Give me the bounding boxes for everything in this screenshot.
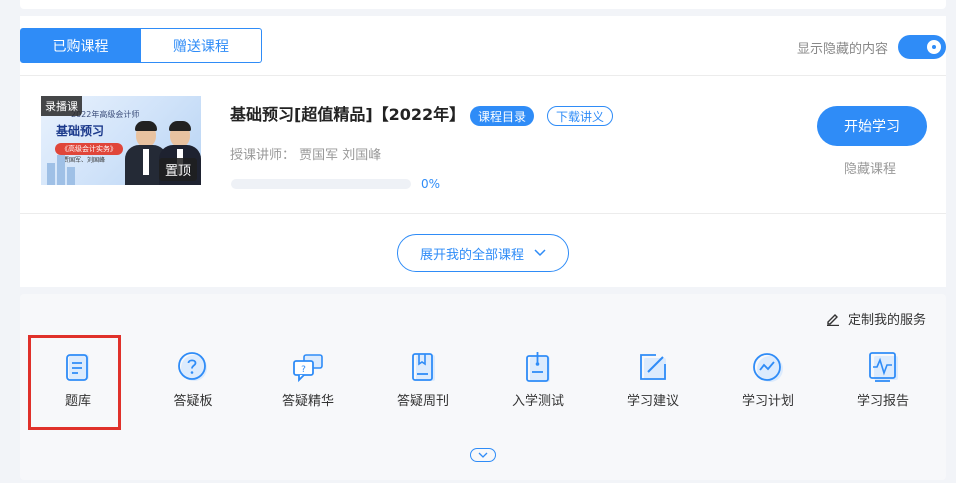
trend-circle-icon: [751, 350, 785, 384]
services-panel: 定制我的服务 题库 答疑板 ? 答疑精华 答疑周刊 入学测试 学习建议 学习计划…: [20, 294, 946, 480]
course-teachers: 授课讲师： 贾国军 刘国峰: [230, 148, 382, 163]
customize-services-label: 定制我的服务: [847, 313, 926, 328]
edit-icon: [826, 312, 840, 326]
service-label: 学习建议: [626, 394, 679, 409]
service-study-report[interactable]: 学习报告: [833, 350, 933, 409]
chevron-down-icon: [478, 452, 488, 458]
course-thumbnail[interactable]: 2022年高级会计师 基础预习 《高级会计实务》 贾国军、刘国峰 录播课 置顶: [41, 96, 201, 185]
thumb-building: [57, 155, 65, 185]
show-hidden-toggle[interactable]: [898, 35, 946, 59]
thumb-teachers: 贾国军、刘国峰: [63, 157, 106, 164]
course-progress-label: 0%: [421, 177, 441, 191]
service-qa-board[interactable]: 答疑板: [143, 350, 243, 409]
download-handout-button[interactable]: 下载讲义: [547, 106, 614, 126]
service-label: 学习报告: [856, 394, 909, 409]
course-tabs: 已购课程 赠送课程: [20, 28, 262, 63]
show-hidden-label: 显示隐藏的内容: [796, 41, 888, 57]
service-label: 入学测试: [511, 394, 564, 409]
purchased-courses-card: 已购课程 赠送课程 显示隐藏的内容 2022年高级会计师 基础预习 《高级会计实…: [20, 16, 946, 287]
recorded-course-badge: 录播课: [41, 96, 82, 116]
start-learning-button[interactable]: 开始学习: [817, 106, 927, 146]
tab-purchased-courses[interactable]: 已购课程: [20, 28, 141, 63]
service-study-plan[interactable]: 学习计划: [718, 350, 818, 409]
service-entrance-test[interactable]: 入学测试: [488, 350, 588, 409]
highlight-annotation-box: [28, 335, 121, 430]
service-label: 答疑周刊: [396, 394, 449, 409]
question-circle-icon: [176, 350, 210, 384]
chat-bubbles-icon: ?: [291, 350, 325, 384]
top-strip: [20, 0, 946, 9]
service-label: 答疑精华: [281, 394, 334, 409]
thumb-title: 基础预习: [56, 124, 105, 138]
thumb-building: [67, 167, 75, 185]
show-hidden-toggle-group: 显示隐藏的内容: [797, 35, 946, 59]
report-chart-icon: [866, 350, 900, 384]
expand-all-courses-label: 展开我的全部课程: [419, 247, 524, 263]
customize-services-link[interactable]: 定制我的服务: [826, 309, 926, 328]
thumb-building: [47, 163, 55, 185]
course-catalog-button[interactable]: 课程目录: [470, 106, 535, 126]
expand-services-button[interactable]: [470, 448, 496, 462]
course-title[interactable]: 基础预习[超值精品]【2022年】: [230, 101, 465, 125]
hide-course-link[interactable]: 隐藏课程: [844, 158, 896, 177]
thumb-subject-pill: 《高级会计实务》: [55, 143, 123, 155]
service-qa-weekly[interactable]: 答疑周刊: [373, 350, 473, 409]
toggle-knob: [927, 40, 941, 54]
service-label: 学习计划: [741, 394, 794, 409]
service-label: 答疑板: [173, 394, 213, 409]
tab-gifted-courses[interactable]: 赠送课程: [141, 28, 262, 63]
svg-text:?: ?: [301, 365, 306, 375]
service-qa-highlights[interactable]: ? 答疑精华: [258, 350, 358, 409]
book-icon: [406, 350, 440, 384]
pin-top-badge[interactable]: 置顶: [158, 158, 197, 181]
course-progress-bar: [231, 179, 411, 189]
expand-all-courses-button[interactable]: 展开我的全部课程: [397, 234, 569, 272]
edit-note-icon: [636, 350, 670, 384]
service-study-advice[interactable]: 学习建议: [603, 350, 703, 409]
clipboard-icon: [521, 350, 555, 384]
chevron-down-icon: [534, 249, 546, 257]
divider: [20, 75, 946, 76]
divider: [20, 213, 946, 214]
